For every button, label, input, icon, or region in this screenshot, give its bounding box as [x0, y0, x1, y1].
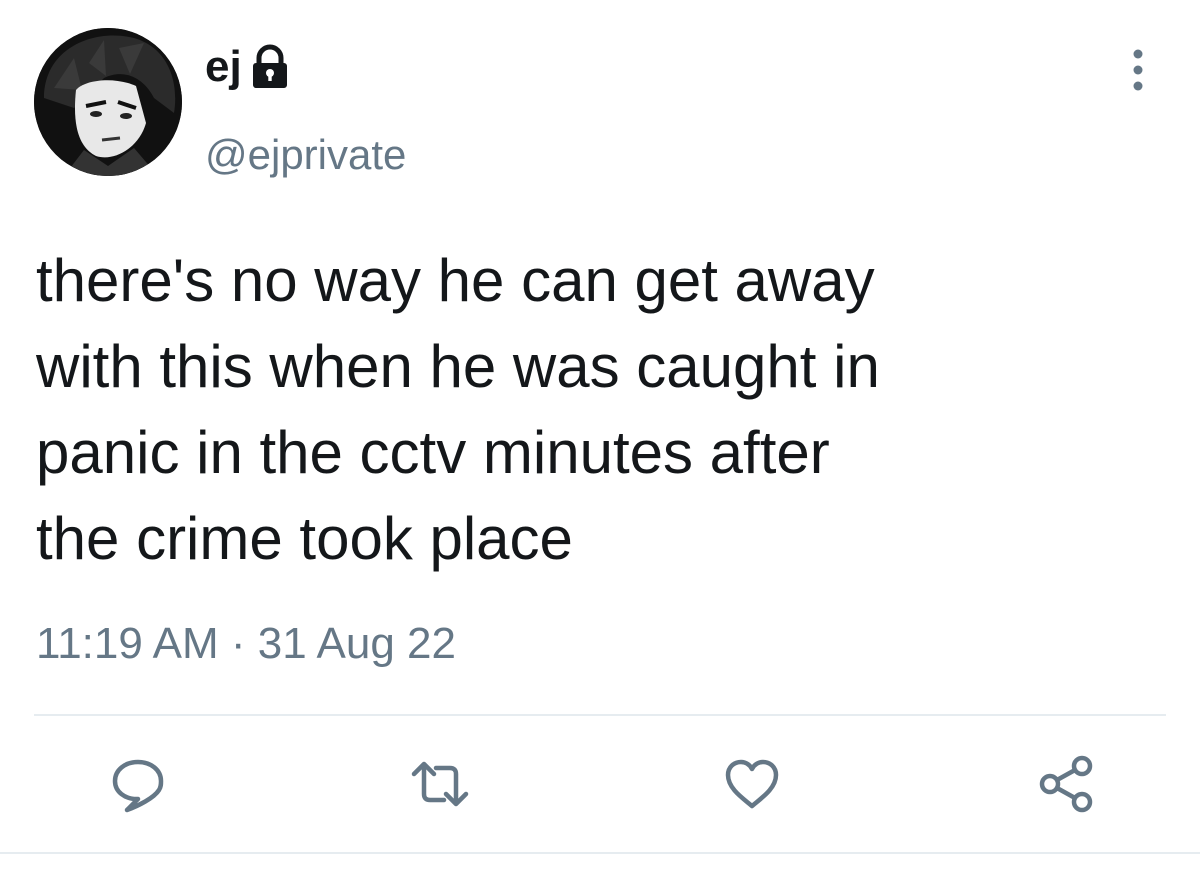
more-options-icon[interactable] — [1126, 48, 1150, 92]
meta-separator: · — [230, 619, 246, 668]
author-name-row: ej — [205, 44, 290, 90]
display-name[interactable]: ej — [205, 45, 242, 89]
lock-icon — [250, 44, 290, 90]
user-handle[interactable]: @ejprivate — [205, 134, 406, 176]
avatar[interactable] — [34, 28, 182, 176]
heart-icon — [725, 759, 779, 809]
retweet-icon — [411, 761, 469, 807]
tweet-text: there's no way he can get away with this… — [36, 247, 880, 572]
reply-button[interactable] — [108, 754, 168, 814]
share-icon — [1039, 755, 1093, 813]
tweet-date: 31 Aug 22 — [257, 619, 456, 668]
share-button[interactable] — [1036, 754, 1096, 814]
divider — [34, 714, 1166, 716]
avatar-image — [34, 28, 182, 176]
tweet-timestamp[interactable]: 11:19 AM · 31 Aug 22 — [36, 622, 456, 666]
retweet-button[interactable] — [410, 754, 470, 814]
tweet-time: 11:19 AM — [36, 619, 219, 668]
action-bar — [0, 754, 1200, 814]
bottom-divider — [0, 852, 1200, 854]
comment-icon — [112, 759, 164, 813]
like-button[interactable] — [722, 754, 782, 814]
